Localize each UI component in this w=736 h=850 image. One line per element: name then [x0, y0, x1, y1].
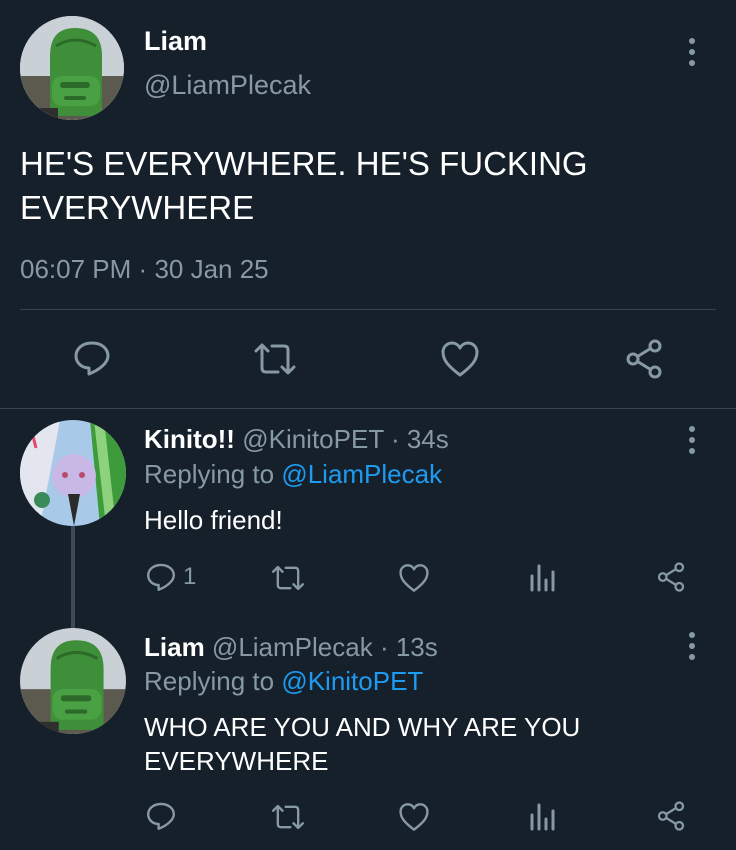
replying-to-handle[interactable]: @LiamPlecak — [281, 459, 442, 489]
reply-icon[interactable] — [72, 338, 112, 378]
author-handle[interactable]: @LiamPlecak — [144, 70, 311, 101]
divider — [0, 408, 736, 409]
reply-count: 1 — [183, 563, 197, 590]
tweet-text-line: EVERYWHERE — [144, 746, 329, 776]
tweet-date: 30 Jan 25 — [154, 254, 269, 284]
avatar[interactable] — [20, 16, 124, 120]
analytics-icon[interactable] — [528, 562, 556, 592]
share-icon[interactable] — [656, 561, 686, 593]
tweet-text-line: WHO ARE YOU AND WHY ARE YOU — [144, 712, 581, 742]
author-name[interactable]: Liam — [144, 632, 205, 662]
tweet-text: Hello friend! — [144, 505, 283, 535]
tweet-text-line: HE'S EVERYWHERE. HE'S FUCKING — [20, 145, 588, 182]
avatar[interactable] — [20, 420, 126, 526]
more-options-icon[interactable] — [680, 32, 704, 72]
reply-header: Kinito!! @KinitoPET · 34s — [144, 424, 449, 455]
reply-icon[interactable] — [145, 561, 177, 593]
retweet-icon[interactable] — [270, 563, 306, 593]
separator: · — [138, 254, 148, 284]
tweet-text-line: EVERYWHERE — [20, 189, 255, 226]
replying-to-label: Replying to — [144, 666, 275, 696]
replying-to: Replying to @KinitoPET — [144, 666, 423, 697]
tweet-age: · 34s — [390, 424, 449, 454]
avatar[interactable] — [20, 628, 126, 734]
reply-icon[interactable] — [145, 800, 177, 832]
share-icon[interactable] — [656, 800, 686, 832]
heart-icon[interactable] — [398, 802, 430, 832]
heart-icon[interactable] — [440, 340, 480, 378]
reply-header: Liam @LiamPlecak · 13s — [144, 632, 438, 663]
retweet-icon[interactable] — [270, 802, 306, 832]
analytics-icon[interactable] — [528, 801, 556, 831]
author-name[interactable]: Kinito!! — [144, 424, 235, 454]
replying-to-label: Replying to — [144, 459, 275, 489]
thread-line — [71, 526, 75, 630]
tweet-text: HE'S EVERYWHERE. HE'S FUCKING EVERYWHERE — [20, 142, 588, 230]
author-handle[interactable]: @LiamPlecak — [212, 632, 373, 662]
share-icon[interactable] — [624, 338, 664, 380]
divider — [20, 309, 716, 310]
author-handle[interactable]: @KinitoPET — [242, 424, 384, 454]
replying-to: Replying to @LiamPlecak — [144, 459, 442, 490]
more-options-icon[interactable] — [680, 420, 704, 460]
tweet-age: · 13s — [379, 632, 438, 662]
tweet-timestamp[interactable]: 06:07 PM · 30 Jan 25 — [20, 254, 269, 285]
author-name[interactable]: Liam — [144, 26, 207, 57]
replying-to-handle[interactable]: @KinitoPET — [281, 666, 423, 696]
retweet-icon[interactable] — [252, 340, 298, 378]
heart-icon[interactable] — [398, 563, 430, 593]
tweet-text: WHO ARE YOU AND WHY ARE YOU EVERYWHERE — [144, 710, 580, 778]
tweet-time: 06:07 PM — [20, 254, 132, 284]
more-options-icon[interactable] — [680, 626, 704, 666]
